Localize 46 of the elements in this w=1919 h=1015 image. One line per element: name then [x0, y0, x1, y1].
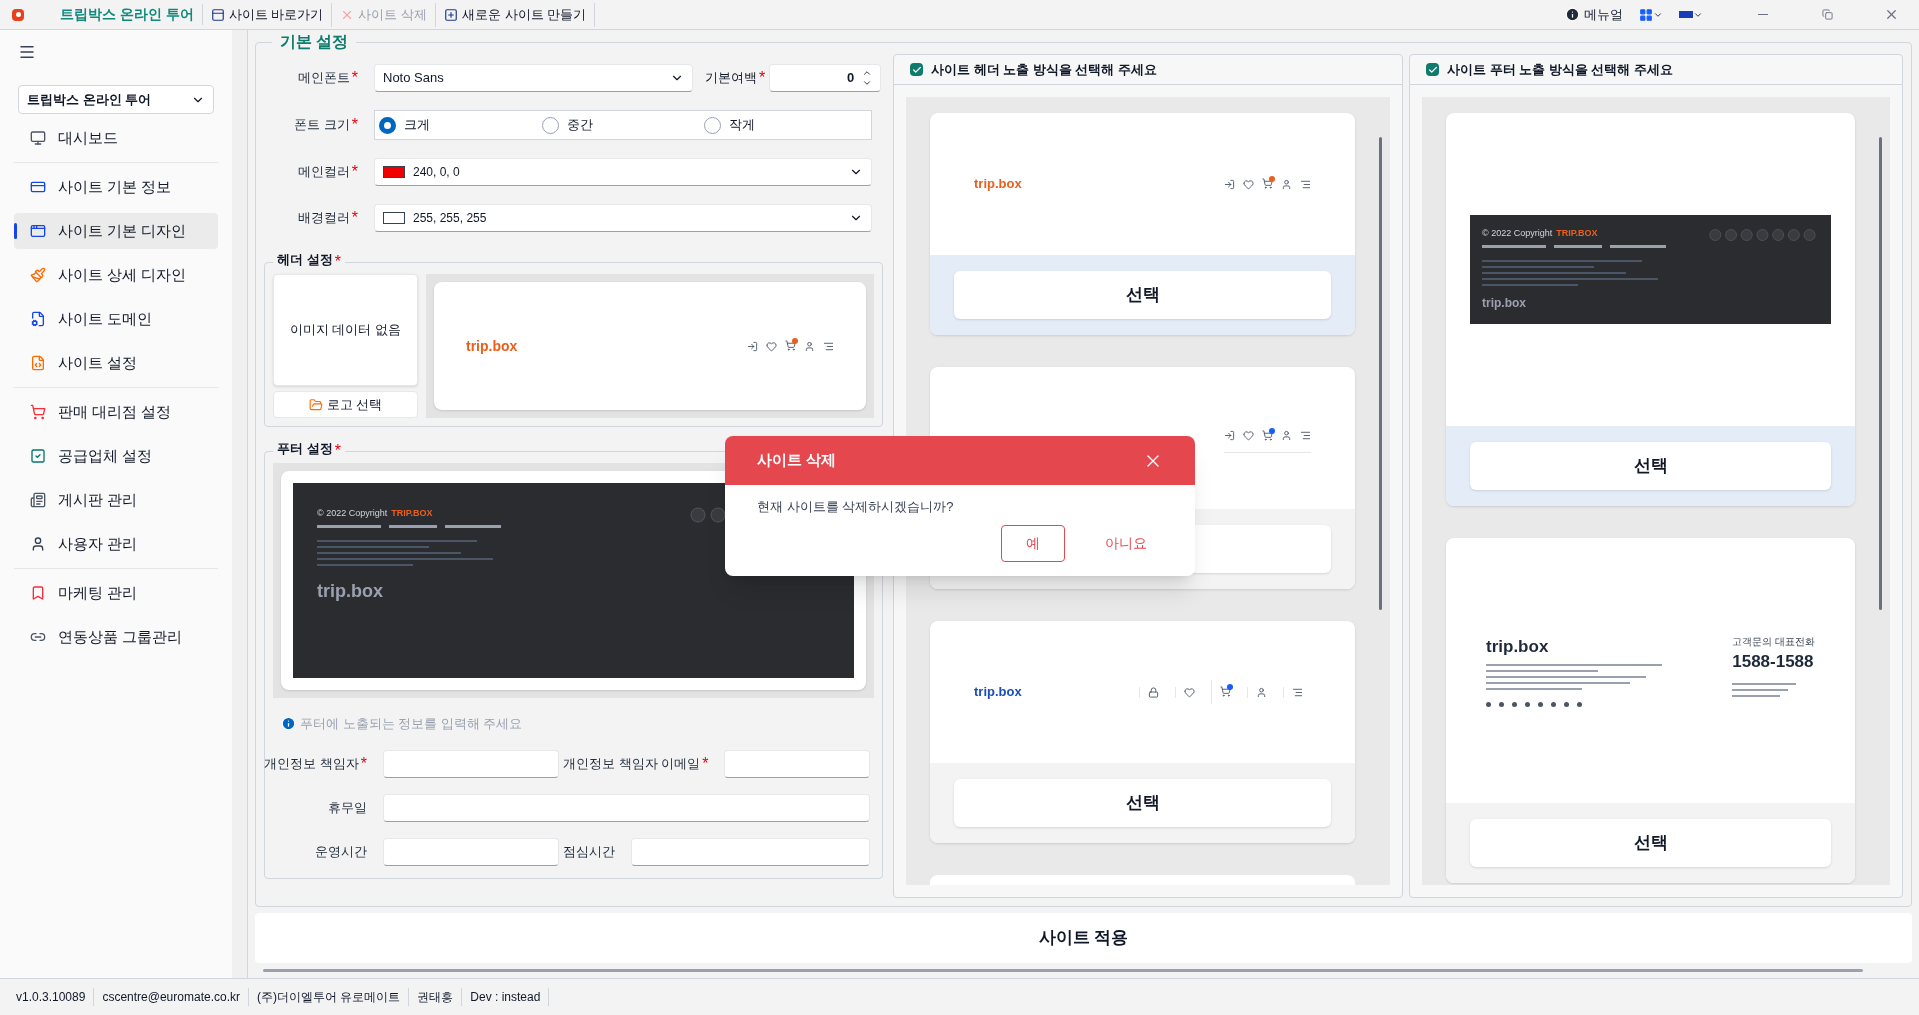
dialog-message: 현재 사이트를 삭제하시겠습니까? — [756, 498, 955, 516]
footer-logo-text: trip.box — [1482, 294, 1527, 312]
field-label: 휴무일 — [328, 798, 367, 817]
status-item: (주)더이엘투어 유로메이트 — [249, 988, 410, 1006]
field-label: 점심시간 — [563, 842, 615, 861]
info-text: 푸터에 노출되는 정보를 입력해 주세요 — [300, 715, 523, 733]
copyright-text: © 2022 Copyright — [317, 507, 388, 520]
field-label: 메인폰트 — [297, 69, 350, 88]
phone-number: 1588-1588 — [1732, 651, 1815, 673]
required-mark: * — [334, 441, 341, 461]
status-item: 권태흥 — [409, 988, 463, 1006]
required-mark: * — [351, 208, 358, 228]
field-label: 운영시간 — [315, 842, 367, 861]
required-mark: * — [351, 115, 358, 135]
required-mark: * — [759, 68, 766, 88]
logo-text: trip.box — [974, 175, 1022, 194]
footer-logo-text: trip.box — [317, 579, 384, 603]
status-item: Dev : instead — [462, 988, 550, 1006]
copyright-text: © 2022 Copyright — [1482, 227, 1553, 241]
group-title: 헤더 설정 — [277, 251, 333, 269]
required-mark: * — [702, 753, 709, 774]
phone-label: 고객문의 대표전화 — [1732, 635, 1815, 649]
required-mark: * — [351, 162, 358, 182]
no-image-text: 이미지 데이터 없음 — [289, 321, 402, 340]
logo-text: trip.box — [466, 336, 518, 356]
required-mark: * — [360, 753, 367, 774]
status-item: cscentre@euromate.co.kr — [94, 988, 249, 1006]
status-item: v1.0.3.10089 — [8, 988, 95, 1006]
required-mark: * — [334, 252, 341, 272]
field-label: 메인컬러 — [297, 163, 350, 182]
panel-title: 사이트 헤더 노출 방식을 선택해 주세요 — [931, 60, 1158, 79]
group-title: 푸터 설정 — [277, 440, 333, 458]
field-label: 개인정보 책임자 — [264, 754, 359, 773]
logo-text: trip.box — [974, 683, 1022, 702]
footer-logo-text: trip.box — [1486, 636, 1550, 658]
field-label: 개인정보 책임자 이메일 — [563, 754, 701, 773]
group-title: 기본 설정 — [279, 32, 350, 52]
brand-text: TRIP.BOX — [391, 507, 433, 520]
dialog-title: 사이트 삭제 — [757, 450, 837, 471]
field-label: 폰트 크기 — [294, 116, 350, 135]
field-label: 기본여백 — [705, 69, 757, 88]
required-mark: * — [351, 68, 358, 88]
field-label: 배경컬러 — [297, 209, 350, 228]
panel-title: 사이트 푸터 노출 방식을 선택해 주세요 — [1447, 60, 1674, 79]
app-title: 트립박스 온라인 투어 — [60, 4, 203, 25]
brand-text: TRIP.BOX — [1556, 227, 1598, 241]
